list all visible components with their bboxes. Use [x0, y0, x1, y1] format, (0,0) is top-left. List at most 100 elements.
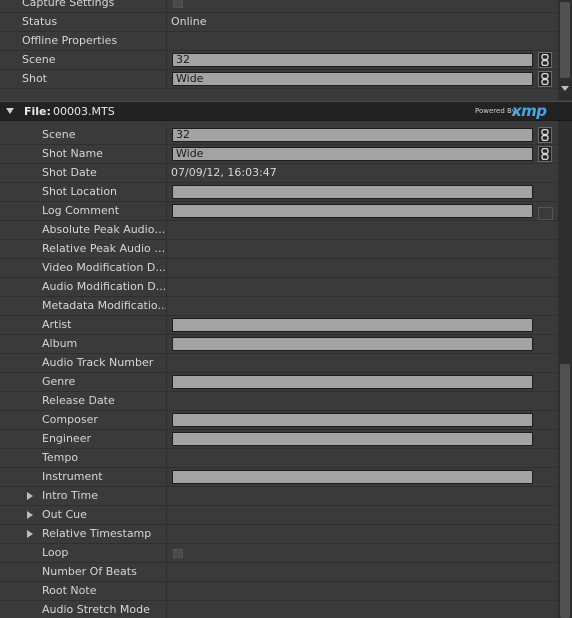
- property-row-engineer: Engineer: [0, 430, 558, 449]
- column-divider: [166, 0, 167, 12]
- top-scrollbar[interactable]: [558, 0, 572, 100]
- property-label: Relative Peak Audio Fi...: [42, 242, 168, 255]
- property-row-release-date: Release Date: [0, 392, 558, 411]
- log-comment-field[interactable]: [172, 204, 533, 218]
- column-divider: [166, 430, 167, 448]
- powered-by-text: Powered By: [475, 107, 516, 115]
- engineer-field[interactable]: [172, 432, 533, 446]
- property-row-audio-modification-d: Audio Modification D...: [0, 278, 558, 297]
- column-divider: [166, 544, 167, 562]
- capture-settings-checkbox[interactable]: [173, 0, 183, 8]
- column-divider: [166, 164, 167, 182]
- column-divider: [166, 278, 167, 296]
- loop-checkbox[interactable]: [173, 549, 183, 558]
- link-icon[interactable]: [538, 127, 552, 143]
- comment-expand-box[interactable]: [538, 207, 553, 220]
- property-row-metadata-modificatio: Metadata Modificatio...: [0, 297, 558, 316]
- property-row-relative-peak-audio-fi: Relative Peak Audio Fi...: [0, 240, 558, 259]
- artist-field[interactable]: [172, 318, 533, 332]
- property-row-video-modification-d: Video Modification D...: [0, 259, 558, 278]
- property-row-number-of-beats: Number Of Beats: [0, 563, 558, 582]
- scroll-down-arrow-icon[interactable]: [561, 86, 569, 91]
- column-divider: [166, 183, 167, 201]
- property-label: Log Comment: [42, 204, 120, 217]
- property-row-out-cue: Out Cue: [0, 506, 558, 525]
- property-row-offline-properties: Offline Properties: [0, 32, 558, 51]
- column-divider: [166, 506, 167, 524]
- property-row-loop: Loop: [0, 544, 558, 563]
- shot-field[interactable]: Wide: [172, 72, 533, 86]
- property-label: Tempo: [42, 451, 79, 464]
- link-icon[interactable]: [538, 71, 552, 87]
- property-row-tempo: Tempo: [0, 449, 558, 468]
- collapse-triangle-icon[interactable]: [6, 108, 14, 114]
- property-label: Metadata Modificatio...: [42, 299, 168, 312]
- xmp-logo: xmp: [512, 102, 547, 120]
- property-row-relative-timestamp: Relative Timestamp: [0, 525, 558, 544]
- property-label: Shot Date: [42, 166, 97, 179]
- property-row-intro-time: Intro Time: [0, 487, 558, 506]
- instrument-field[interactable]: [172, 470, 533, 484]
- property-label: Scene: [22, 53, 56, 66]
- column-divider: [166, 51, 167, 69]
- property-label: Video Modification D...: [42, 261, 166, 274]
- property-row-composer: Composer: [0, 411, 558, 430]
- property-row-album: Album: [0, 335, 558, 354]
- column-divider: [166, 601, 167, 618]
- column-divider: [166, 411, 167, 429]
- file-metadata-header[interactable]: File: 00003.MTS Powered By xmp: [0, 101, 572, 121]
- property-label: Release Date: [42, 394, 115, 407]
- scene-field[interactable]: 32: [172, 53, 533, 67]
- scene-field[interactable]: 32: [172, 128, 533, 142]
- file-scroll-thumb[interactable]: [560, 364, 570, 618]
- property-row-root-note: Root Note: [0, 582, 558, 601]
- property-label: Capture Settings: [22, 0, 115, 9]
- column-divider: [166, 354, 167, 372]
- column-divider: [166, 468, 167, 486]
- column-divider: [166, 145, 167, 163]
- composer-field[interactable]: [172, 413, 533, 427]
- link-icon[interactable]: [538, 146, 552, 162]
- property-label: Intro Time: [42, 489, 98, 502]
- property-label: Album: [42, 337, 78, 350]
- expand-triangle-icon[interactable]: [27, 530, 33, 538]
- property-row-shot-location: Shot Location: [0, 183, 558, 202]
- column-divider: [166, 487, 167, 505]
- property-row-scene: Scene 32: [0, 51, 558, 70]
- album-field[interactable]: [172, 337, 533, 351]
- column-divider: [166, 563, 167, 581]
- property-label: Status: [22, 15, 58, 28]
- column-divider: [166, 449, 167, 467]
- expand-triangle-icon[interactable]: [27, 511, 33, 519]
- file-scrollbar[interactable]: [558, 121, 572, 618]
- column-divider: [166, 202, 167, 220]
- status-value: Online: [171, 15, 207, 28]
- property-row-artist: Artist: [0, 316, 558, 335]
- property-row-audio-stretch-mode: Audio Stretch Mode: [0, 601, 558, 618]
- file-label: File:: [24, 105, 51, 118]
- link-icon[interactable]: [538, 52, 552, 68]
- property-label: Audio Track Number: [42, 356, 154, 369]
- column-divider: [166, 70, 167, 88]
- property-label: Relative Timestamp: [42, 527, 152, 540]
- property-label: Composer: [42, 413, 98, 426]
- property-label: Audio Modification D...: [42, 280, 167, 293]
- property-row-status: Status Online: [0, 13, 558, 32]
- property-label: Root Note: [42, 584, 97, 597]
- property-row-instrument: Instrument: [0, 468, 558, 487]
- property-label: Absolute Peak Audio ...: [42, 223, 168, 236]
- genre-field[interactable]: [172, 375, 533, 389]
- property-label: Engineer: [42, 432, 91, 445]
- expand-triangle-icon[interactable]: [27, 492, 33, 500]
- column-divider: [166, 582, 167, 600]
- shot-location-field[interactable]: [172, 185, 533, 199]
- property-label: Out Cue: [42, 508, 87, 521]
- clip-metadata-panel: Capture Settings Status Online Offline Prop…: [0, 0, 572, 100]
- property-row-shot-date: Shot Date 07/09/12, 16:03:47: [0, 164, 558, 183]
- shot-name-field[interactable]: Wide: [172, 147, 533, 161]
- property-row-shot-name: Shot Name Wide: [0, 145, 558, 164]
- top-scroll-thumb[interactable]: [560, 2, 570, 78]
- column-divider: [166, 32, 167, 50]
- shot-date-value: 07/09/12, 16:03:47: [171, 166, 277, 179]
- property-label: Scene: [42, 128, 76, 141]
